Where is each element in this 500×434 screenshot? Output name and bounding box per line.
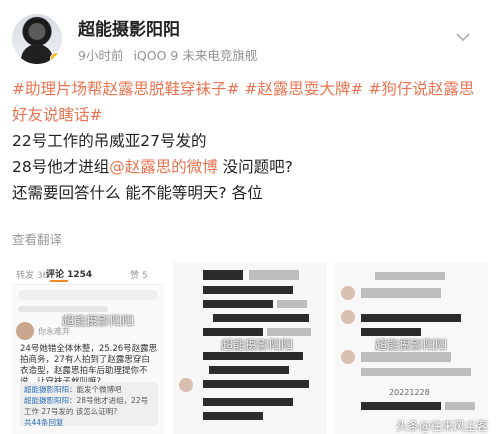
pixelated-block — [203, 286, 293, 294]
post-body: #助理片场帮赵露思脱鞋穿袜子# #赵露思耍大牌# #狗仔说赵露思好友说瞎话# 2… — [12, 76, 488, 206]
post-device: iQOO 9 未来电竞旗舰 — [133, 48, 258, 63]
tab-repost: 转发 36 — [16, 271, 49, 281]
tab-comment: 评论 1254 — [46, 267, 92, 282]
watermark: 超能摄影阳阳 — [221, 338, 294, 352]
avatar[interactable]: v — [12, 14, 62, 64]
verified-badge-icon: v — [50, 52, 62, 64]
hashtag-link[interactable]: #助理片场帮赵露思脱鞋穿袜子# — [12, 80, 239, 98]
mention-link[interactable]: @赵露思的微博 — [109, 158, 218, 176]
pixelated-block — [203, 398, 293, 406]
chat-bubble — [361, 352, 451, 362]
post-time: 9小时前 — [78, 48, 124, 63]
post-line: 22号工作的吊威亚27号发的 — [12, 132, 207, 150]
post-text: 没问题吧? — [217, 158, 293, 176]
commenter-avatar — [16, 322, 34, 340]
pixelated-block — [361, 314, 461, 322]
pixelated-block — [267, 328, 311, 336]
watermark: 超能摄影阳阳 — [62, 314, 135, 328]
chevron-down-icon[interactable] — [454, 28, 472, 46]
avatar-figure — [21, 44, 53, 64]
post-meta: 9小时前 iQOO 9 未来电竞旗舰 — [78, 45, 263, 64]
pixelated-block — [203, 352, 303, 360]
reply-text: ：能发个微博吧 — [69, 385, 122, 394]
pixelated-block — [209, 366, 289, 374]
pixelated-block — [375, 272, 445, 280]
chat-avatar — [341, 310, 355, 324]
pixelated-block — [203, 270, 243, 280]
image-thumbnail-1[interactable]: 转发 36 评论 1254 赞 5 你永难弃 24号她错全体休整，25.26号赵… — [12, 262, 164, 434]
pixelated-block — [203, 328, 263, 336]
image-thumbnail-3[interactable]: 20221228 超能摄影阳阳 — [335, 262, 488, 434]
post-header: v 超能摄影阳阳 9小时前 iQOO 9 未来电竞旗舰 — [0, 0, 500, 80]
tab-like: 赞 5 — [130, 271, 148, 281]
pixelated-block — [213, 314, 309, 322]
translate-link[interactable]: 查看翻译 — [12, 229, 62, 248]
comment-input-placeholder — [18, 290, 158, 300]
pixelated-block — [361, 402, 441, 410]
image-grid: 转发 36 评论 1254 赞 5 你永难弃 24号她错全体休整，25.26号赵… — [12, 262, 488, 434]
reply-item: 超能摄影阳阳：28号他才进组，22号工作 27号发的 该怎么证明? — [24, 395, 154, 417]
username[interactable]: 超能摄影阳阳 — [78, 15, 180, 40]
reply-item: 超能摄影阳阳：能发个微博吧 — [24, 384, 154, 395]
pixelated-block — [277, 300, 307, 308]
post-line: 28号他才进组@赵露思的微博 没问题吧? — [12, 154, 488, 180]
watermark: 超能摄影阳阳 — [375, 338, 448, 352]
post-text: 28号他才进组 — [12, 158, 110, 176]
pixelated-block — [361, 328, 421, 336]
reply-author: 超能摄影阳阳 — [24, 396, 69, 405]
chat-date: 20221228 — [389, 388, 430, 397]
post-line: 还需要回答什么 能不能等明天? 各位 — [12, 184, 263, 202]
pixelated-block — [249, 270, 299, 280]
hashtag-line: #助理片场帮赵露思脱鞋穿袜子# #赵露思耍大牌# #狗仔说赵露思好友说瞎话# — [12, 76, 488, 128]
chat-avatar — [341, 350, 355, 364]
chat-bubble — [361, 288, 441, 298]
pixelated-block — [361, 368, 471, 376]
comment-tabs: 转发 36 评论 1254 赞 5 — [12, 262, 164, 285]
reply-author: 超能摄影阳阳 — [24, 385, 69, 394]
pixelated-block — [203, 300, 273, 308]
footer-watermark: 头条@往来风尘客 — [396, 419, 488, 433]
chat-avatar — [341, 286, 355, 300]
pixelated-block — [203, 380, 309, 388]
pixelated-block — [445, 402, 475, 410]
hashtag-link[interactable]: #赵露思耍大牌# — [244, 80, 363, 98]
chat-avatar — [179, 378, 193, 392]
image-thumbnail-2[interactable]: 超能摄影阳阳 — [173, 262, 327, 434]
